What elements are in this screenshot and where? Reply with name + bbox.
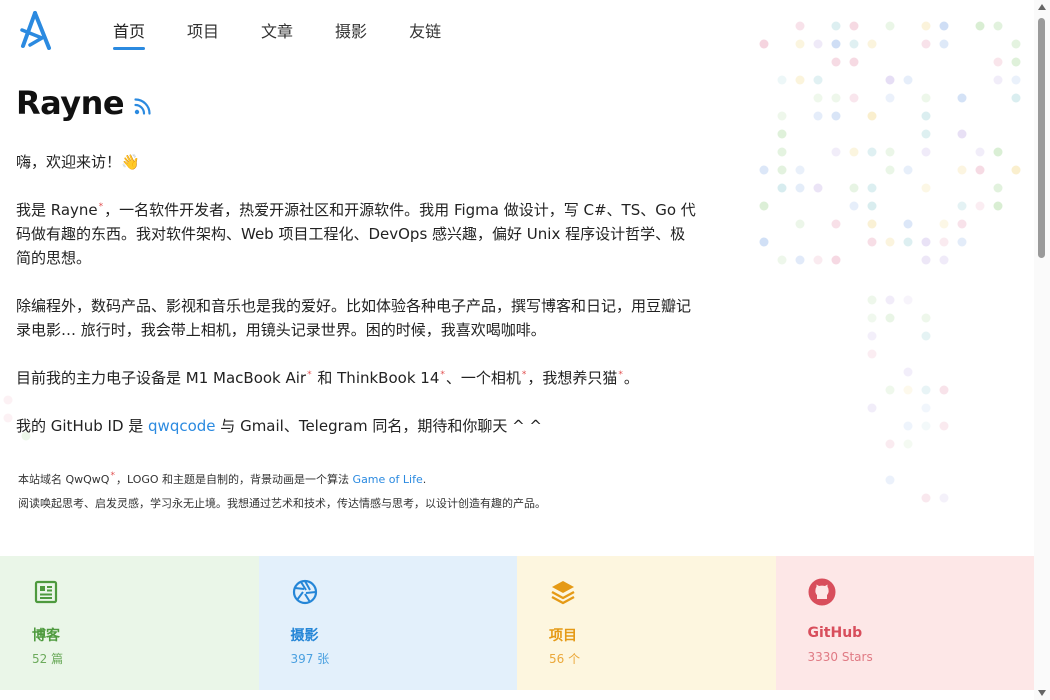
nav-articles[interactable]: 文章	[261, 18, 293, 50]
intro-text: ，一名软件开发者，热爱开源社区和开源软件。我用 Figma 做设计，写 C#、T…	[16, 201, 696, 267]
intro-paragraph-3: 目前我的主力电子设备是 M1 MacBook Air* 和 ThinkBook …	[16, 366, 696, 390]
main-nav: 首页 项目 文章 摄影 友链	[113, 18, 483, 50]
vertical-scrollbar[interactable]	[1034, 0, 1050, 700]
scroll-down-arrow-icon[interactable]	[1038, 690, 1046, 696]
scroll-thumb[interactable]	[1038, 18, 1045, 258]
site-notes: 本站域名 QwQwQ*，LOGO 和主题是自制的，背景动画是一个算法 Game …	[18, 468, 546, 516]
github-icon	[808, 578, 835, 606]
github-card[interactable]: GitHub 3330 Stars	[775, 556, 1034, 690]
device-text: 、一个相机	[445, 369, 521, 387]
footnote-mark[interactable]: *	[440, 370, 445, 380]
card-count: 56 个	[549, 652, 581, 666]
site-logo[interactable]	[18, 10, 54, 50]
card-label: 项目	[549, 628, 577, 644]
photography-card[interactable]: 摄影 397 张	[258, 556, 517, 690]
scroll-up-arrow-icon[interactable]	[1038, 4, 1046, 10]
nav-home[interactable]: 首页	[113, 18, 146, 50]
rss-icon[interactable]	[134, 97, 152, 115]
card-count: 52 篇	[32, 652, 64, 666]
card-label: 博客	[32, 628, 60, 644]
footnote-mark[interactable]: *	[618, 370, 623, 380]
site-note-1: 本站域名 QwQwQ*，LOGO 和主题是自制的，背景动画是一个算法 Game …	[18, 468, 546, 492]
card-count: 3330 Stars	[807, 650, 873, 664]
intro-text: 我是 Rayne	[16, 201, 98, 219]
greeting: 嗨，欢迎来访！👋	[16, 150, 696, 174]
blog-card[interactable]: 博客 52 篇	[0, 556, 259, 690]
card-count: 397 张	[290, 652, 330, 666]
footnote-mark[interactable]: *	[307, 370, 312, 380]
github-text: 与 Gmail、Telegram 同名，期待和你聊天 ^ ^	[215, 417, 543, 435]
card-label: GitHub	[807, 625, 863, 641]
intro-content: 嗨，欢迎来访！👋 我是 Rayne*，一名软件开发者，热爱开源社区和开源软件。我…	[16, 150, 696, 462]
page-header: Rayne	[16, 84, 152, 122]
note-text: 本站域名 QwQwQ	[18, 473, 110, 486]
footnote-mark[interactable]: *	[522, 370, 527, 380]
greeting-text: 嗨，欢迎来访！	[16, 153, 122, 171]
note-text: .	[422, 473, 427, 486]
github-text: 我的 GitHub ID 是	[16, 417, 149, 435]
page-title: Rayne	[16, 84, 125, 122]
github-id-link[interactable]: qwqcode	[148, 417, 216, 435]
nav-photography[interactable]: 摄影	[335, 18, 367, 50]
wave-icon: 👋	[121, 153, 140, 171]
device-text: ，我想养只猫	[527, 369, 618, 387]
intro-paragraph-1: 我是 Rayne*，一名软件开发者，热爱开源社区和开源软件。我用 Figma 做…	[16, 198, 696, 270]
footnote-mark[interactable]: *	[110, 471, 115, 481]
note-text: ，LOGO 和主题是自制的，背景动画是一个算法	[115, 473, 353, 486]
device-text: 目前我的主力电子设备是 M1 MacBook Air	[16, 369, 307, 387]
nav-friends[interactable]: 友链	[409, 18, 441, 50]
device-text: 和 ThinkBook 14	[312, 369, 440, 387]
aperture-icon	[292, 579, 317, 605]
stat-cards: 博客 52 篇 摄影 397 张 项目 56 个 GitHub 3330 Sta…	[0, 556, 1034, 690]
intro-paragraph-4: 我的 GitHub ID 是 qwqcode 与 Gmail、Telegram …	[16, 414, 696, 438]
footnote-mark[interactable]: *	[99, 202, 104, 212]
newspaper-icon	[34, 580, 58, 604]
game-of-life-link[interactable]: Game of Life	[353, 473, 423, 486]
site-note-2: 阅读唤起思考、启发灵感，学习永无止境。我想通过艺术和技术，传达情感与思考，以设计…	[18, 497, 546, 510]
card-label: 摄影	[290, 628, 319, 644]
layers-icon	[551, 581, 575, 605]
projects-card[interactable]: 项目 56 个	[517, 556, 776, 690]
intro-paragraph-2: 除编程外，数码产品、影视和音乐也是我的爱好。比如体验各种电子产品，撰写博客和日记…	[16, 297, 692, 339]
device-text: 。	[623, 369, 639, 387]
nav-projects[interactable]: 项目	[187, 18, 219, 50]
